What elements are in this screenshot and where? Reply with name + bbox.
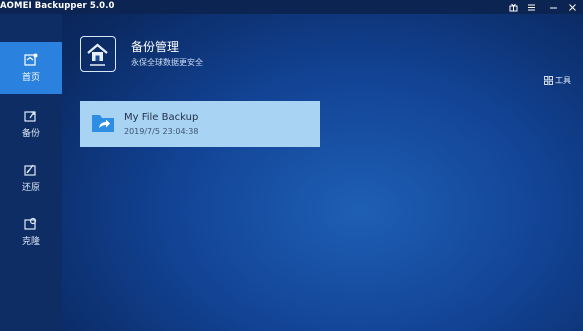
tools-label: 工具 (555, 76, 571, 85)
page-title: 备份管理 (131, 40, 180, 54)
sidebar-item-label: 还原 (21, 183, 40, 193)
gift-icon[interactable] (505, 0, 521, 14)
sidebar-item-clone[interactable]: 克隆 (0, 206, 62, 258)
sidebar-item-label: 克隆 (21, 237, 40, 247)
house-monitor-icon (80, 36, 116, 72)
sidebar-item-backup[interactable]: 备份 (0, 98, 62, 150)
backup-name: My File Backup (124, 112, 199, 123)
backup-task-card[interactable]: My File Backup 2019/7/5 23:04:38 (80, 101, 320, 147)
sidebar-item-label: 首页 (21, 73, 40, 83)
app-window: AOMEI Backupper 5.0.0 首页 备份 还原 克隆 备份管理 永… (0, 0, 583, 331)
menu-icon[interactable] (523, 0, 539, 14)
close-icon[interactable] (564, 0, 580, 14)
sidebar: 首页 备份 还原 克隆 (0, 14, 62, 331)
folder-share-icon (92, 115, 114, 132)
page-subtitle: 永保全球数据更安全 (131, 58, 203, 67)
tools-button[interactable]: 工具 (544, 75, 571, 86)
minimize-icon[interactable] (545, 0, 561, 14)
backup-timestamp: 2019/7/5 23:04:38 (124, 127, 199, 136)
home-icon (24, 53, 38, 66)
window-title: AOMEI Backupper 5.0.0 (0, 1, 115, 11)
clone-icon (24, 217, 37, 230)
sidebar-item-restore[interactable]: 还原 (0, 152, 62, 204)
sidebar-item-label: 备份 (21, 129, 40, 139)
title-bar: AOMEI Backupper 5.0.0 (0, 0, 583, 14)
restore-icon (24, 164, 36, 176)
grid-icon (544, 76, 553, 85)
sidebar-item-home[interactable]: 首页 (0, 42, 62, 94)
backup-icon (24, 111, 36, 122)
